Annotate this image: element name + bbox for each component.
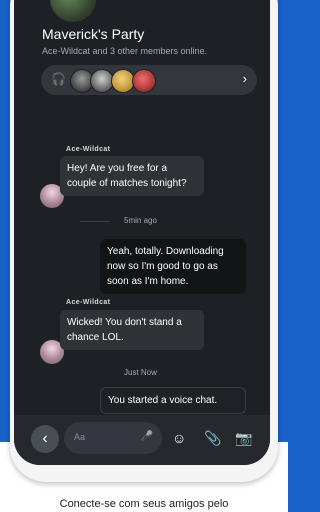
chat-composer-bar: ‹ Aa 🎤 ☺ 📎 📷 [14,415,270,465]
back-button[interactable]: ‹ [31,425,59,453]
message-bubble: You started a voice chat. [100,387,246,414]
emoji-icon[interactable]: ☺ [172,430,186,446]
divider [80,221,110,222]
chevron-right-icon[interactable]: › [243,71,247,87]
member-avatar [132,69,156,93]
timestamp: 5min ago [124,216,157,225]
headset-icon: 🎧 [51,72,66,86]
camera-icon[interactable]: 📷 [235,430,252,446]
message-bubble: Yeah, totally. Downloading now so I'm go… [100,239,246,294]
input-placeholder: Aa [74,432,86,442]
message-sender: Ace-Wildcat [66,146,111,153]
timestamp: Just Now [124,368,157,377]
party-title: Maverick's Party [42,26,145,42]
message-bubble: Wicked! You don't stand a chance LOL. [60,310,204,350]
message-sender: Ace-Wildcat [66,299,111,306]
message-input[interactable]: Aa 🎤 [64,422,162,454]
chat-screen: Maverick's Party Ace-Wildcat and 3 other… [14,0,270,465]
paperclip-icon[interactable]: 📎 [204,430,221,446]
microphone-icon[interactable]: 🎤 [141,431,153,442]
party-members-bar[interactable]: 🎧 › [41,65,257,95]
caption-text: Conecte-se com seus amigos pelo [59,498,229,510]
party-subtitle: Ace-Wildcat and 3 other members online. [42,46,208,56]
party-avatar [50,0,96,22]
message-bubble: Hey! Are you free for a couple of matche… [60,156,204,196]
